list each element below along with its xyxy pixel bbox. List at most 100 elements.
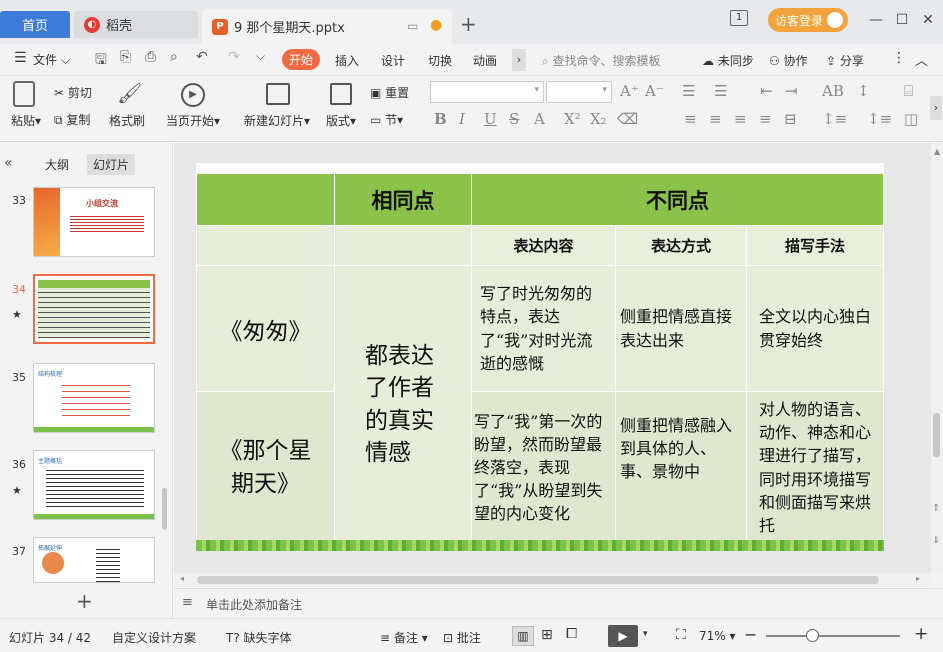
slide-thumbnail[interactable]: 主题概括 [33,450,155,520]
undo-icon[interactable]: ↶ [196,49,208,65]
zoom-out-icon[interactable]: − [744,625,757,644]
reset-button[interactable]: ▣ 重置 [370,84,409,101]
share-button[interactable]: ⇪ 分享 [826,52,864,69]
comparison-table[interactable]: 相同点 不同点 表达内容 表达方式 描写手法 《匆匆》 都表达了作者的真实情感 … [196,173,884,544]
zoom-in-icon[interactable]: + [914,624,928,644]
section-button[interactable]: ▭ 节▾ [370,111,403,128]
bullet-list-icon[interactable]: ☰ [682,82,695,100]
line-spacing-icon[interactable]: ↕≡ [822,110,847,128]
text-box-icon[interactable]: ⌸ [904,82,913,100]
monitor-icon[interactable]: ▭ [407,19,418,33]
prev-slide-icon[interactable]: ⇑ [932,503,940,514]
normal-view-icon[interactable]: ▥ [512,626,534,646]
bold-icon[interactable]: B [434,110,447,128]
play-icon[interactable]: ▶ [181,83,205,107]
text-direction-icon[interactable]: AB [822,82,844,100]
paragraph-spacing-icon[interactable]: ↕≡ [867,110,892,128]
align-left-icon[interactable]: ≡ [684,110,697,128]
sort-icon[interactable]: ↕ [857,82,870,100]
increase-indent-icon[interactable]: ⇥ [785,82,798,100]
more-dropdown-icon[interactable]: ⌵ [256,49,265,64]
tab-document[interactable]: P 9 那个星期天.pptx ▭ ● [202,9,452,44]
preview-icon[interactable]: ⌕ [170,49,178,65]
zoom-select[interactable]: 71% ▾ [699,629,736,643]
notes-toggle[interactable]: ≡ 备注 ▾ [380,629,428,646]
justify-icon[interactable]: ≡ [759,110,772,128]
align-right-icon[interactable]: ≡ [734,110,747,128]
vertical-scroll-thumb[interactable] [933,413,940,457]
collapse-ribbon-icon[interactable]: ︿ [915,50,928,69]
underline-icon[interactable]: U [484,110,497,128]
italic-icon[interactable]: I [459,110,465,128]
tab-insert[interactable]: 插入 [335,52,359,69]
layout-button[interactable]: 版式▾ [326,112,356,129]
maximize-icon[interactable]: ☐ [892,10,912,30]
slide-thumbnail[interactable]: 结构梳理 [33,363,155,433]
more-options-icon[interactable]: ⋮ [892,50,906,66]
collapse-panel-icon[interactable]: « [4,155,13,171]
decrease-indent-icon[interactable]: ⇤ [760,82,773,100]
tab-animation[interactable]: 动画 [473,52,497,69]
search-command[interactable]: ⌕ 查找命令、搜索模板 [542,52,661,69]
tab-home[interactable]: 首页 [0,11,70,38]
zoom-slider-thumb[interactable] [806,629,819,642]
format-painter-button[interactable]: 格式刷 [109,112,145,129]
hamburger-icon[interactable]: ☰ [14,50,27,66]
reading-view-icon[interactable]: ⧠ [566,626,577,642]
tab-design[interactable]: 设计 [381,52,405,69]
grid-view-icon[interactable]: ⊞ [541,627,553,643]
tab-transition[interactable]: 切换 [428,52,452,69]
slide-thumbnail[interactable]: 拓展延伸 [33,537,155,583]
export-icon[interactable]: ⎘ [120,49,131,65]
font-size-select[interactable]: ▾ [546,81,612,103]
cut-button[interactable]: ✂ 剪切 [54,84,92,101]
collab-button[interactable]: ⚇ 协作 [769,52,808,69]
font-family-select[interactable]: ▾ [430,81,544,103]
numbered-list-icon[interactable]: ☰ [714,82,727,100]
redo-icon[interactable]: ↷ [228,49,240,65]
scroll-left-icon[interactable]: ◂ [180,574,184,583]
strikethrough-icon[interactable]: S [509,110,519,128]
play-from-current-button[interactable]: 当页开始▾ [166,112,220,129]
file-menu[interactable]: 文件 ⌵ [33,51,70,68]
subscript-icon[interactable]: X₂ [590,110,607,128]
decrease-font-icon[interactable]: A⁻ [645,82,664,100]
new-slide-icon[interactable] [266,83,290,105]
play-slideshow-icon[interactable]: ▶ [608,625,638,647]
missing-font-button[interactable]: T? 缺失字体 [226,629,292,646]
tab-slides[interactable]: 幻灯片 [87,154,136,175]
close-icon[interactable]: ✕ [918,10,938,30]
add-slide-icon[interactable]: + [76,589,93,613]
horizontal-scrollbar[interactable]: ◂ ▸ [174,573,931,587]
tab-outline[interactable]: 大纲 [45,156,69,173]
slide-thumbnail[interactable]: 小组交流 [33,187,155,257]
tab-daoke[interactable]: ◐ 稻壳 [74,11,198,38]
scroll-up-icon[interactable]: ▲ [934,147,940,156]
scroll-right-icon[interactable]: ▸ [916,574,920,583]
tab-scroll-right-icon[interactable]: › [512,49,526,71]
increase-font-icon[interactable]: A⁺ [620,82,639,100]
superscript-icon[interactable]: X² [564,110,581,128]
horizontal-scroll-thumb[interactable] [197,576,879,584]
distribute-icon[interactable]: ⊟ [784,110,797,128]
save-icon[interactable]: 🖫 [95,49,107,73]
visitor-login-button[interactable]: 访客登录 [768,8,848,32]
fit-window-icon[interactable]: ⛶ [676,627,686,643]
align-center-icon[interactable]: ≡ [709,110,722,128]
ribbon-scroll-right-icon[interactable]: › [930,96,942,120]
layout-icon[interactable] [330,83,352,105]
window-count-icon[interactable]: 1 [730,10,748,26]
notes-area[interactable]: ≡ 单击此处添加备注 [174,588,943,618]
copy-button[interactable]: ⧉ 复制 [54,111,90,128]
play-dropdown-icon[interactable]: ▾ [643,629,648,639]
font-color-icon[interactable]: A [534,110,545,128]
next-slide-icon[interactable]: ⇓ [932,535,940,546]
comment-toggle[interactable]: ⊡ 批注 [443,629,481,646]
new-tab-icon[interactable]: + [460,12,477,36]
brush-icon[interactable]: 🖌 [117,81,142,105]
design-scheme[interactable]: 自定义设计方案 [112,629,196,646]
paste-icon[interactable] [13,81,35,107]
panel-scrollbar[interactable] [162,488,167,530]
paste-button[interactable]: 粘贴▾ [11,112,41,129]
slide-thumbnail-selected[interactable] [33,274,155,344]
